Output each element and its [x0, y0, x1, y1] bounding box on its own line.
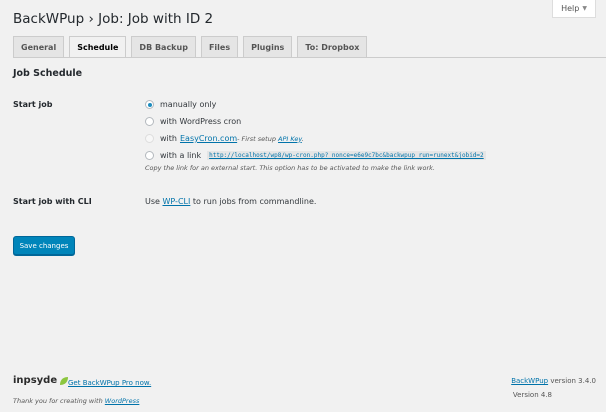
easycron-note: - First setup API Key.	[237, 134, 304, 143]
tab-db-backup[interactable]: DB Backup	[131, 36, 196, 57]
wp-version: Version 4.8	[512, 391, 552, 399]
tab-schedule[interactable]: Schedule	[69, 36, 127, 58]
job-tabs: General Schedule DB Backup Files Plugins…	[13, 36, 368, 58]
easycron-link[interactable]: EasyCron.com	[180, 134, 237, 143]
tabs-divider	[13, 57, 606, 58]
radio-link[interactable]	[145, 151, 154, 160]
option-easycron: with EasyCron.com - First setup API Key.	[145, 134, 304, 143]
option-link-label: with a link	[160, 151, 202, 160]
title-separator: ›	[88, 11, 94, 27]
tab-plugins[interactable]: Plugins	[243, 36, 293, 57]
radio-wpcron[interactable]	[145, 117, 154, 126]
start-job-label: Start job	[13, 100, 53, 109]
external-start-link[interactable]: http://localhost/wp8/wp-cron.php?_nonce=…	[207, 151, 486, 160]
app-name: BackWPup	[13, 11, 85, 27]
logo-text: inpsyde	[13, 375, 58, 386]
backwpup-link[interactable]: BackWPup	[511, 377, 548, 385]
plugin-version: BackWPup version 3.4.0	[511, 377, 596, 385]
option-link[interactable]: with a link http://localhost/wp8/wp-cron…	[145, 151, 486, 160]
wp-cli-link[interactable]: WP-CLI	[163, 197, 191, 206]
cli-description: Use WP-CLI to run jobs from commandline.	[145, 197, 317, 206]
job-name: Job: Job with ID 2	[98, 11, 214, 27]
footer-thanks: Thank you for creating with WordPress	[13, 397, 140, 405]
option-wpcron-label: with WordPress cron	[160, 117, 242, 126]
caret-down-icon: ▼	[582, 5, 587, 12]
save-changes-button[interactable]: Save changes	[13, 236, 75, 255]
wordpress-link[interactable]: WordPress	[105, 397, 140, 405]
option-manual-label: manually only	[160, 100, 217, 109]
section-title: Job Schedule	[13, 68, 83, 79]
tab-dropbox[interactable]: To: Dropbox	[297, 36, 368, 57]
radio-easycron	[145, 134, 154, 143]
get-pro-link[interactable]: Get BackWPup Pro now.	[68, 379, 151, 387]
inpsyde-logo[interactable]: inpsyde	[13, 375, 69, 386]
page-title: BackWPup › Job: Job with ID 2	[13, 11, 213, 27]
option-manual[interactable]: manually only	[145, 100, 216, 109]
tab-general[interactable]: General	[13, 36, 65, 57]
help-button[interactable]: Help ▼	[552, 0, 596, 18]
tab-files[interactable]: Files	[200, 36, 239, 57]
link-description: Copy the link for an external start. Thi…	[145, 164, 435, 172]
option-easycron-prefix: with	[160, 134, 177, 143]
radio-manual[interactable]	[145, 100, 154, 109]
api-key-link[interactable]: API Key	[278, 135, 302, 143]
cli-label: Start job with CLI	[13, 197, 92, 206]
help-label: Help	[561, 4, 580, 13]
option-wpcron[interactable]: with WordPress cron	[145, 117, 241, 126]
